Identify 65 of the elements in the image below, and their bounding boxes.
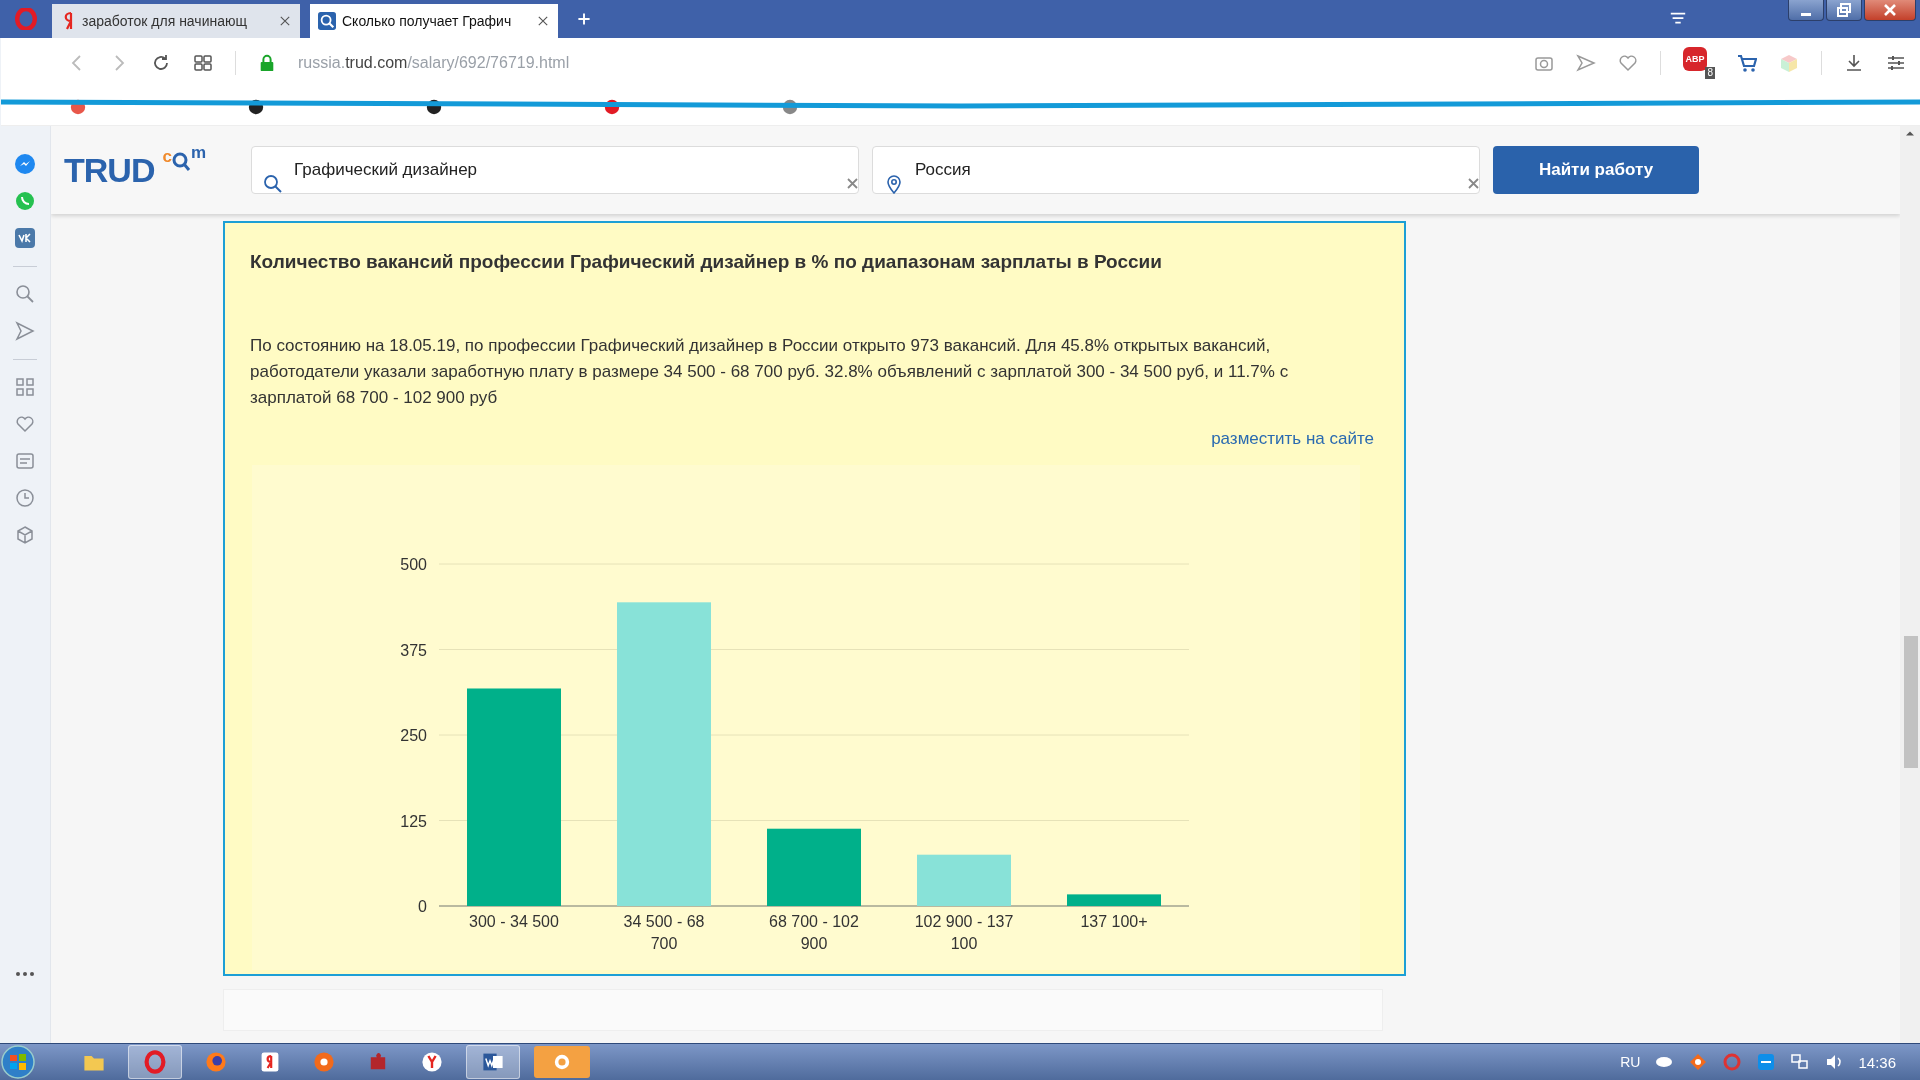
network-icon[interactable] [1790,1052,1811,1072]
lock-icon [258,53,276,73]
grid-icon[interactable] [193,53,213,73]
firefox-icon[interactable] [204,1050,228,1074]
close-icon[interactable] [1881,2,1899,18]
close-icon[interactable] [278,14,292,28]
opera-icon[interactable] [143,1050,167,1074]
new-tab-icon[interactable] [576,11,592,27]
lifebuoy-icon[interactable] [312,1050,336,1074]
settings-icon[interactable] [1886,53,1906,73]
axis-label: 125 [400,812,427,830]
axis-label: 375 [400,641,427,659]
yandex-browser-icon[interactable] [420,1050,444,1074]
address-field[interactable]: russia.trud.com/salary/692/76719.html [298,54,1512,72]
axis-label: 300 - 34 500 [469,912,559,932]
send-icon[interactable] [15,321,35,341]
scrollbar-thumb[interactable] [1904,636,1918,768]
heart-icon[interactable] [15,414,35,434]
axis-label: 500 [400,556,427,573]
vk-icon[interactable] [15,228,35,248]
search-button[interactable]: Найти работу [1493,146,1699,194]
clock-icon[interactable] [15,488,35,508]
location-pin-icon [884,174,904,194]
teamviewer-icon[interactable] [1756,1052,1777,1072]
search-field[interactable]: Графический дизайнер [251,146,859,194]
avast-icon[interactable] [1688,1052,1709,1072]
download-icon[interactable] [1844,53,1864,73]
heart-icon[interactable] [1618,53,1638,73]
search-icon[interactable] [318,12,336,30]
restore-button[interactable] [1826,0,1862,21]
site-logo[interactable]: TRUD c m [64,150,251,190]
messenger-icon[interactable] [15,154,35,174]
browser-tab[interactable]: Сколько получает Графич [310,4,558,38]
news-icon[interactable] [15,451,35,471]
browser-tab[interactable]: заработок для начинающ [52,4,300,38]
restore-icon[interactable] [1835,2,1853,18]
axis-label: 250 [400,727,427,744]
axis-label: 34 500 - 68 700 [622,912,706,954]
summary-text: По состоянию на 18.05.19, по профессии Графический дизайнер в России открыто 973 вакансий. Для 45.8% открытых вакансий, работодатели указали заработную плату в размере 34 500 - 68 700 руб. 32.8% объявлений с зарплатой 300 - 34 500 руб, и 11.7% с зарплатой 68 700 - 102 900 руб [250,335,1290,409]
send-icon[interactable] [1576,53,1596,73]
magnifier-icon [170,150,191,173]
clear-icon[interactable] [1466,176,1481,191]
bookmark-icon[interactable] [425,97,443,116]
card-title: Количество вакансий профессии Графический дизайнер в % по диапазонам зарплаты в России [250,251,1163,273]
axis-label: 0 [418,898,427,915]
clock-time[interactable]: 14:36 [1858,1053,1896,1071]
axis-label: 137 100+ [1080,912,1148,932]
clear-icon[interactable] [845,176,860,191]
minimize-button[interactable] [1788,0,1824,21]
language-indicator[interactable]: RU [1620,1054,1641,1070]
search-icon[interactable] [15,284,35,304]
close-icon[interactable] [536,14,550,28]
location-field[interactable]: Россия [872,146,1480,194]
cart-icon[interactable] [1737,53,1757,73]
cube-icon[interactable] [15,525,35,545]
reload-icon[interactable] [151,53,171,73]
embed-link[interactable]: разместить на сайте [1211,429,1374,449]
axis-label: 102 900 - 137 100 [913,912,1015,954]
axis-label: 68 700 - 102 900 [768,912,860,954]
scrollbar[interactable] [1900,126,1920,1046]
close-button[interactable] [1864,0,1916,21]
search-icon [263,174,283,194]
start-button-icon[interactable] [0,1044,36,1080]
bookmark-icon[interactable] [247,97,265,116]
whatsapp-icon[interactable] [15,191,35,211]
